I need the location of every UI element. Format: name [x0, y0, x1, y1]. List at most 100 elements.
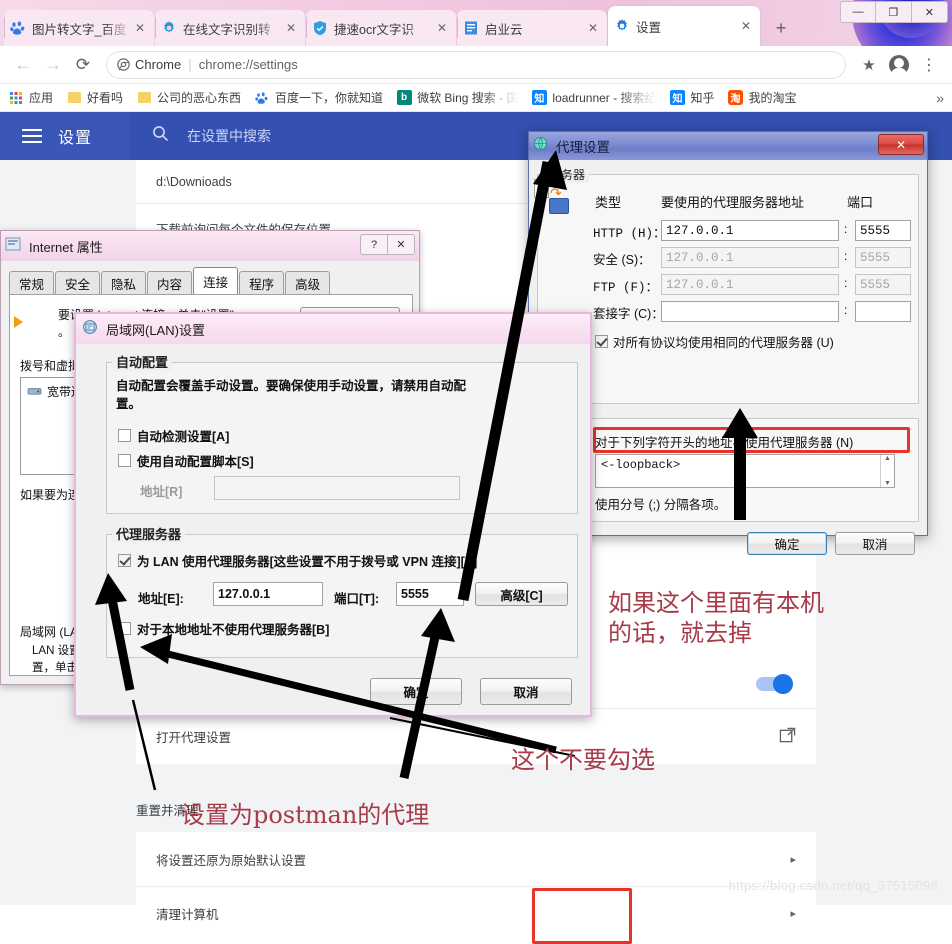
tab-security[interactable]: 安全	[55, 271, 101, 295]
socks-proxy-address-input[interactable]	[661, 301, 839, 322]
browser-tab-1[interactable]: 图片转文字_百度 ✕	[4, 10, 154, 46]
auto-config-group-label: 自动配置	[112, 352, 173, 371]
exceptions-scrollbar[interactable]: ▲ ▼	[880, 455, 894, 487]
tab-content[interactable]: 内容	[147, 271, 193, 295]
tab-close-icon[interactable]: ✕	[434, 21, 450, 35]
bookmark-loadrunner[interactable]: 知 loadrunner - 搜索结	[531, 89, 656, 106]
secure-proxy-address-input[interactable]: 127.0.0.1	[661, 247, 839, 268]
http-proxy-address-input[interactable]: 127.0.0.1	[661, 220, 839, 241]
http-proxy-port-input[interactable]: 5555	[855, 220, 911, 241]
script-address-input[interactable]	[214, 476, 460, 500]
tab-title: 捷速ocr文字识	[334, 22, 414, 37]
dialog-title-buttons: ? ✕	[360, 234, 415, 255]
ftp-proxy-port-input[interactable]: 5555	[855, 274, 911, 295]
bookmark-baidu[interactable]: 百度一下，你就知道	[254, 89, 383, 106]
folder-icon	[136, 90, 152, 106]
tab-close-icon[interactable]: ✕	[738, 19, 754, 33]
script-address-label: 地址[R]	[140, 485, 183, 499]
bookmark-zhihu[interactable]: 知 知乎	[669, 89, 714, 106]
advanced-button[interactable]: 高级[C]	[475, 582, 568, 606]
profile-avatar-icon[interactable]	[884, 50, 914, 80]
external-link-icon[interactable]	[779, 727, 796, 747]
dialog-title: Internet 属性	[29, 239, 103, 255]
dialog-title: 局域网(LAN)设置	[106, 322, 205, 338]
help-button[interactable]: ?	[360, 234, 388, 255]
same-proxy-checkbox[interactable]	[595, 335, 608, 348]
auto-config-description: 自动配置会覆盖手动设置。要确保使用手动设置，请禁用自动配 置。	[116, 379, 467, 411]
chrome-menu-icon[interactable]: ⋮	[914, 50, 944, 80]
hamburger-icon[interactable]	[22, 125, 42, 147]
row-label-socks: 套接字 (C)：	[593, 307, 664, 321]
ok-button[interactable]: 确定	[747, 532, 827, 555]
cancel-button[interactable]: 取消	[480, 678, 572, 705]
tab-general[interactable]: 常规	[9, 271, 55, 295]
maximize-button[interactable]: ❐	[876, 2, 912, 22]
browser-tab-2[interactable]: 在线文字识别转 ✕	[155, 10, 305, 46]
proxy-port-input[interactable]: 5555	[396, 582, 464, 606]
gear-icon	[164, 21, 174, 33]
forward-icon[interactable]: →	[38, 50, 68, 80]
search-input-placeholder: 在设置中搜索	[187, 128, 271, 144]
exceptions-label: 对于下列字符开头的地址不使用代理服务器 (N)	[595, 436, 854, 450]
bypass-local-checkbox[interactable]	[118, 622, 131, 635]
exceptions-value: <-loopback>	[601, 458, 681, 472]
close-button[interactable]: ✕	[912, 2, 947, 22]
use-script-checkbox-row[interactable]: 使用自动配置脚本[S]	[118, 451, 254, 470]
tab-advanced[interactable]: 高级	[285, 271, 331, 295]
bookmarks-overflow-icon[interactable]: »	[936, 90, 944, 106]
tab-privacy[interactable]: 隐私	[101, 271, 147, 295]
use-proxy-checkbox-row[interactable]: 为 LAN 使用代理服务器[这些设置不用于拨号或 VPN 连接][X]	[118, 551, 477, 570]
ftp-proxy-address-input[interactable]: 127.0.0.1	[661, 274, 839, 295]
use-proxy-checkbox[interactable]	[118, 554, 131, 567]
proxy-address-input[interactable]: 127.0.0.1	[213, 582, 323, 606]
auto-detect-checkbox[interactable]	[118, 429, 131, 442]
annotation-loopback: 如果这个里面有本机 的话，就去掉	[608, 589, 824, 647]
tab-close-icon[interactable]: ✕	[283, 21, 299, 35]
tab-title: 启业云	[485, 22, 523, 37]
new-tab-button[interactable]: +	[768, 16, 794, 42]
cancel-button[interactable]: 取消	[835, 532, 915, 555]
bookmark-apps[interactable]: 应用	[8, 89, 53, 106]
back-icon[interactable]: ←	[8, 50, 38, 80]
tab-close-icon[interactable]: ✕	[132, 21, 148, 35]
browser-tab-4[interactable]: 启业云 ✕	[457, 10, 607, 46]
tab-close-icon[interactable]: ✕	[585, 21, 601, 35]
row-label-secure: 安全 (S)：	[593, 253, 651, 267]
browser-tab-3[interactable]: 捷速ocr文字识 ✕	[306, 10, 456, 46]
bookmark-star-icon[interactable]: ★	[854, 50, 884, 80]
scroll-down-icon[interactable]: ▼	[884, 480, 891, 487]
bypass-local-checkbox-row[interactable]: 对于本地地址不使用代理服务器[B]	[118, 619, 329, 638]
clean-computer-row[interactable]: 清理计算机 ▸	[136, 886, 816, 940]
auto-detect-checkbox-row[interactable]: 自动检测设置[A]	[118, 426, 229, 445]
close-button[interactable]: ✕	[387, 234, 415, 255]
tab-connections[interactable]: 连接	[193, 267, 239, 295]
open-proxy-settings-label: 打开代理设置	[156, 731, 232, 745]
socks-proxy-port-input[interactable]	[855, 301, 911, 322]
tab-programs[interactable]: 程序	[239, 271, 285, 295]
settings-toggle[interactable]	[756, 674, 793, 694]
download-path-value: d:\Downioads	[156, 174, 232, 189]
row-separator-secure: :	[844, 249, 848, 263]
bookmark-folder-2[interactable]: 公司的恶心东西	[136, 89, 241, 106]
bookmark-label: 我的淘宝	[748, 91, 797, 105]
reload-icon[interactable]: ⟳	[68, 50, 98, 80]
reset-settings-row[interactable]: 将设置还原为原始默认设置 ▸	[136, 832, 816, 886]
use-script-checkbox[interactable]	[118, 454, 131, 467]
bookmark-label: 应用	[29, 91, 54, 105]
minimize-button[interactable]: —	[841, 2, 877, 22]
bookmark-taobao[interactable]: 淘 我的淘宝	[727, 89, 797, 106]
auto-detect-label: 自动检测设置[A]	[137, 430, 230, 444]
secure-proxy-port-input[interactable]: 5555	[855, 247, 911, 268]
chevron-right-icon: ▸	[790, 853, 796, 866]
properties-tabs: 常规 安全 隐私 内容 连接 程序 高级	[9, 267, 331, 295]
close-button[interactable]: ✕	[878, 134, 924, 155]
exceptions-textarea[interactable]: <-loopback> ▲ ▼	[595, 454, 895, 488]
same-proxy-checkbox-row[interactable]: 对所有协议均使用相同的代理服务器 (U)	[595, 332, 834, 351]
browser-tab-5-active[interactable]: 设置 ✕	[608, 6, 760, 46]
scroll-up-icon[interactable]: ▲	[884, 455, 891, 462]
chrome-icon	[117, 58, 130, 71]
address-bar[interactable]: Chrome | chrome://settings	[106, 50, 846, 79]
bookmark-bing[interactable]: b 微软 Bing 搜索 - 国	[396, 89, 518, 106]
ok-button[interactable]: 确定	[370, 678, 462, 705]
bookmark-folder-1[interactable]: 好看吗	[66, 89, 123, 106]
